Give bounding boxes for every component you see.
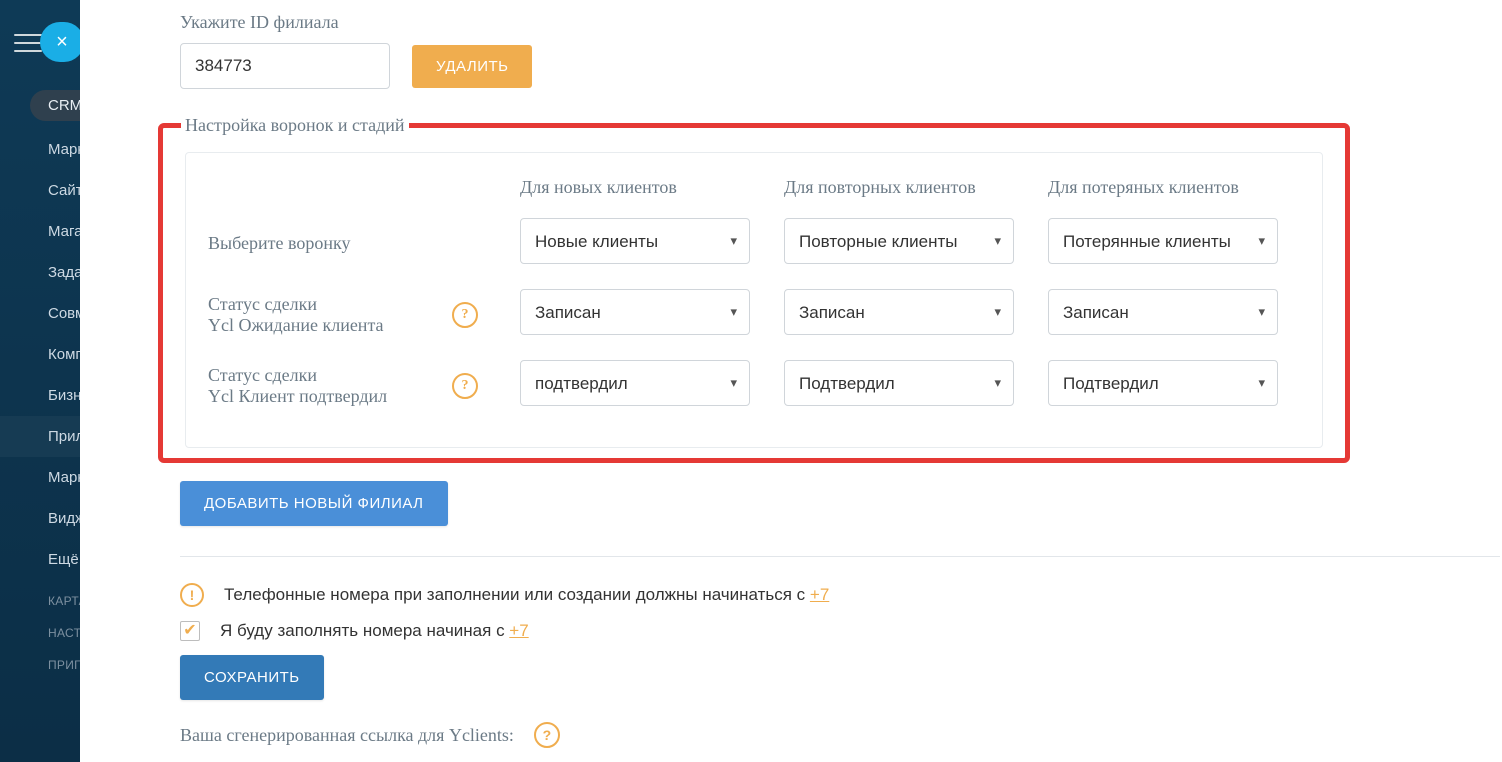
select-status-confirm-new[interactable]: подтвердил ▾	[520, 360, 750, 406]
add-branch-button[interactable]: ДОБАВИТЬ НОВЫЙ ФИЛИАЛ	[180, 481, 448, 526]
chevron-down-icon: ▾	[730, 289, 737, 335]
fill-prefix-link[interactable]: +7	[509, 621, 528, 640]
row-label-status1-line2: Ycl Ожидание клиента	[208, 315, 384, 336]
row-select-funnel: Выберите воронку Новые клиенты ▾ Повторн…	[202, 208, 1306, 279]
sidebar-section-sitemap[interactable]: КАРТА САЙТА	[0, 580, 80, 612]
sidebar-item-processes[interactable]: Бизнес-процессы	[0, 375, 80, 416]
chevron-down-icon: ▾	[994, 360, 1001, 406]
fill-prefix-row: ✔ Я буду заполнять номера начиная с +7	[180, 621, 1500, 641]
sidebar-item-sites[interactable]: Сайты	[0, 170, 80, 211]
fill-prefix-text: Я буду заполнять номера начиная с	[220, 621, 509, 640]
chevron-down-icon: ▾	[1258, 289, 1265, 335]
sidebar-section-invite[interactable]: ПРИГЛАСИТЬ	[0, 644, 80, 676]
row-status-waiting: Статус сделки Ycl Ожидание клиента ? Зап…	[202, 279, 1306, 350]
phone-prefix-text: Телефонные номера при заполнении или соз…	[224, 585, 810, 604]
col-repeat-clients: Для повторных клиентов	[778, 167, 1042, 208]
chevron-down-icon: ▾	[1258, 360, 1265, 406]
help-icon[interactable]: ?	[452, 373, 478, 399]
chevron-down-icon: ▾	[730, 218, 737, 264]
select-funnel-repeat[interactable]: Повторные клиенты ▾	[784, 218, 1014, 264]
row-label-select-funnel: Выберите воронку	[202, 208, 514, 279]
select-funnel-lost[interactable]: Потерянные клиенты ▾	[1048, 218, 1278, 264]
branch-id-label: Укажите ID филиала	[180, 12, 1500, 33]
chevron-down-icon: ▾	[730, 360, 737, 406]
phone-prefix-notice: ! Телефонные номера при заполнении или с…	[180, 583, 1500, 607]
fill-prefix-checkbox[interactable]: ✔	[180, 621, 200, 641]
col-new-clients: Для новых клиентов	[514, 167, 778, 208]
sidebar-item-apps[interactable]: Приложения	[0, 416, 80, 457]
help-icon[interactable]: ?	[534, 722, 560, 748]
row-label-status1-line1: Статус сделки	[208, 294, 384, 315]
sidebar-section-configure[interactable]: НАСТРОИТЬ МЕНЮ	[0, 612, 80, 644]
row-label-status2-line2: Ycl Клиент подтвердил	[208, 386, 387, 407]
sidebar-item-crm[interactable]: CRM	[30, 90, 80, 121]
funnel-settings-box: Настройка воронок и стадий Для новых кли…	[158, 115, 1350, 463]
branch-id-input[interactable]	[180, 43, 390, 89]
sidebar-item-tasks[interactable]: Задачи и проекты	[0, 252, 80, 293]
main-area: Укажите ID филиала УДАЛИТЬ Настройка вор…	[80, 0, 1502, 762]
sidebar-item-collab[interactable]: Совместная работа	[0, 293, 80, 334]
info-icon: !	[180, 583, 204, 607]
sidebar: × CRM Маркетинг Сайты Магазины Задачи и …	[0, 0, 80, 762]
close-button[interactable]: ×	[40, 22, 80, 62]
table-header-row: Для новых клиентов Для повторных клиенто…	[202, 167, 1306, 208]
delete-button[interactable]: УДАЛИТЬ	[412, 45, 532, 88]
select-status-confirm-lost[interactable]: Подтвердил ▾	[1048, 360, 1278, 406]
chevron-down-icon: ▾	[994, 289, 1001, 335]
save-button[interactable]: СОХРАНИТЬ	[180, 655, 324, 700]
chevron-down-icon: ▾	[1258, 218, 1265, 264]
row-label-status2-line1: Статус сделки	[208, 365, 387, 386]
divider	[180, 556, 1500, 557]
close-icon: ×	[56, 32, 68, 52]
sidebar-item-more[interactable]: Ещё	[0, 539, 80, 580]
select-status-wait-lost[interactable]: Записан ▾	[1048, 289, 1278, 335]
sidebar-item-company[interactable]: Компания	[0, 334, 80, 375]
funnel-legend: Настройка воронок и стадий	[181, 115, 409, 136]
col-lost-clients: Для потеряных клиентов	[1042, 167, 1306, 208]
sidebar-item-marketplace[interactable]: Маркетплейс	[0, 457, 80, 498]
sidebar-item-shops[interactable]: Магазины	[0, 211, 80, 252]
select-status-wait-repeat[interactable]: Записан ▾	[784, 289, 1014, 335]
sidebar-item-widgets[interactable]: Виджеты	[0, 498, 80, 539]
chevron-down-icon: ▾	[994, 218, 1001, 264]
select-status-wait-new[interactable]: Записан ▾	[520, 289, 750, 335]
help-icon[interactable]: ?	[452, 302, 478, 328]
hamburger-icon[interactable]	[14, 34, 42, 52]
row-status-confirmed: Статус сделки Ycl Клиент подтвердил ? по…	[202, 350, 1306, 421]
select-funnel-new[interactable]: Новые клиенты ▾	[520, 218, 750, 264]
generated-link-label: Ваша сгенерированная ссылка для Yclients…	[180, 725, 514, 746]
select-status-confirm-repeat[interactable]: Подтвердил ▾	[784, 360, 1014, 406]
phone-prefix-link[interactable]: +7	[810, 585, 829, 604]
sidebar-item-marketing[interactable]: Маркетинг	[0, 129, 80, 170]
